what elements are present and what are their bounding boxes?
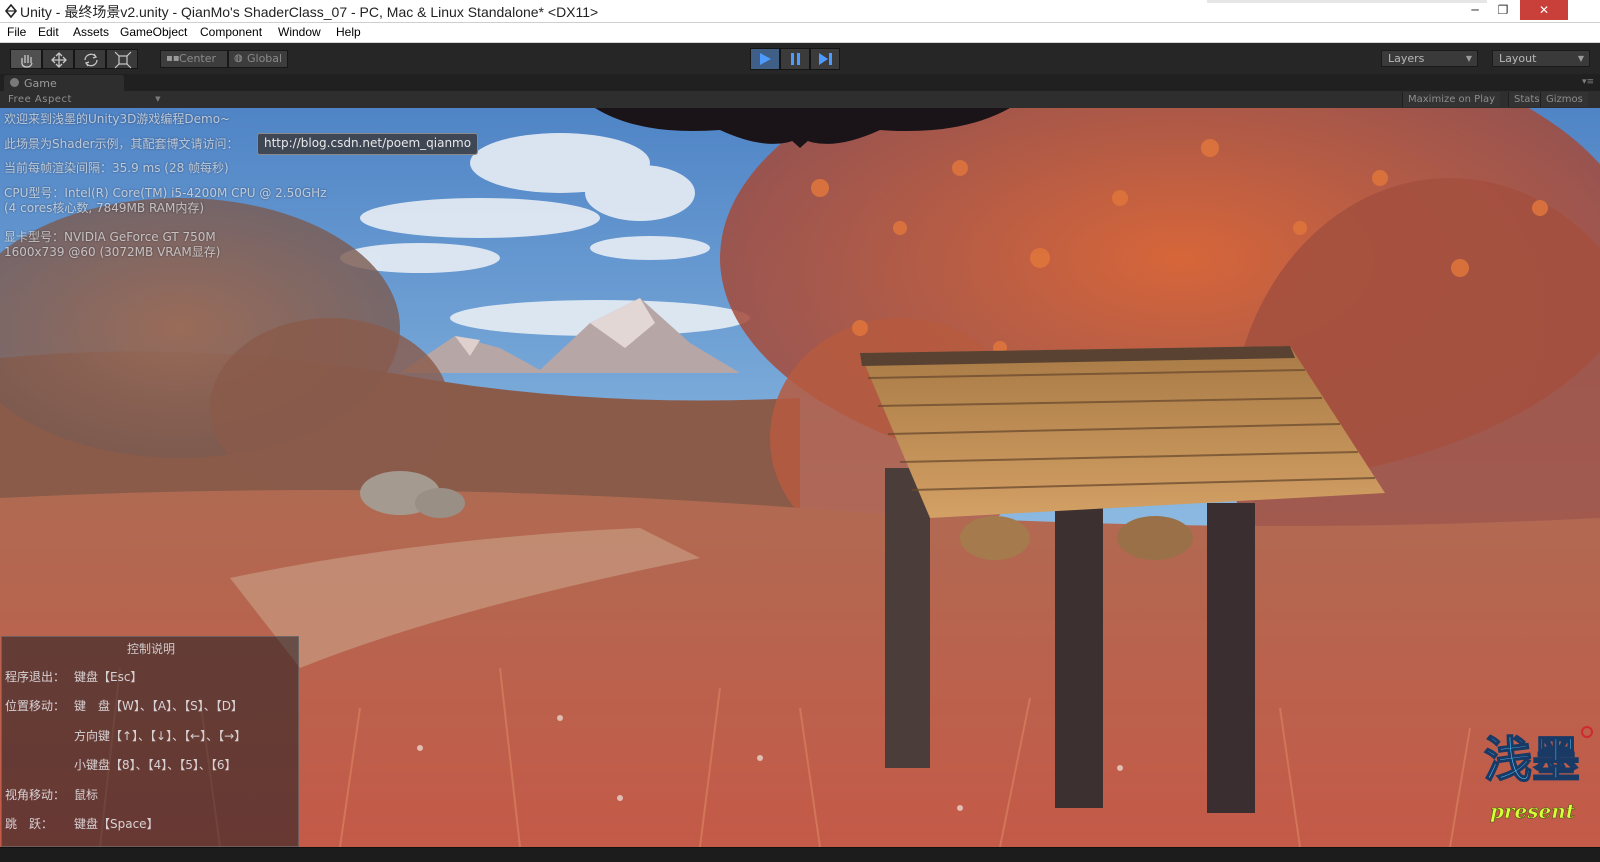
maximize-button[interactable]: ❐ <box>1490 0 1516 20</box>
unity-logo-icon <box>4 3 18 19</box>
hand-tool-button[interactable] <box>10 49 42 69</box>
aspect-label: Free Aspect <box>8 94 72 105</box>
menu-edit[interactable]: Edit <box>38 25 59 39</box>
move-label: 位置移动： <box>5 699 66 713</box>
globe-icon: ◍ <box>234 53 243 64</box>
close-button[interactable]: ✕ <box>1520 0 1568 20</box>
gizmos-dropdown[interactable]: Gizmos <box>1540 92 1588 107</box>
hand-icon <box>21 55 33 68</box>
blog-url-button[interactable]: http://blog.csdn.net/poem_qianmo <box>257 133 479 155</box>
status-bar <box>0 847 1600 862</box>
step-button[interactable] <box>810 48 840 70</box>
logo-tagline: present <box>1490 799 1576 823</box>
move-tool-button[interactable] <box>42 49 74 69</box>
view-value: 鼠标 <box>74 788 99 802</box>
pivot-center-label: Center <box>179 52 217 65</box>
controls-panel: 控制说明 程序退出： 键盘【Esc】 位置移动： 键 盘【W】、【A】、【S】、… <box>1 636 299 847</box>
title-bar: Unity - 最终场景v2.unity - QianMo's ShaderCl… <box>0 0 1600 23</box>
pause-icon <box>791 53 800 65</box>
menu-component[interactable]: Component <box>200 25 262 39</box>
jump-value: 键盘【Space】 <box>74 817 159 831</box>
game-viewport[interactable]: 欢迎来到浅墨的Unity3D游戏编程Demo~ 此场景为Shader示例，其配套… <box>0 108 1600 847</box>
menu-file[interactable]: File <box>7 25 26 39</box>
play-icon <box>760 53 771 65</box>
layout-dropdown[interactable]: Layout ▼ <box>1492 50 1590 67</box>
title-bar-shadow <box>1207 0 1487 3</box>
menu-gameobject[interactable]: GameObject <box>120 25 187 39</box>
layout-label: Layout <box>1499 52 1537 65</box>
exit-label: 程序退出： <box>5 670 66 684</box>
controls-title: 控制说明 <box>126 642 175 656</box>
pivot-global-toggle[interactable]: ◍ Global <box>228 50 288 68</box>
pivot-center-toggle[interactable]: ▪▪ Center <box>160 50 228 68</box>
exit-value: 键盘【Esc】 <box>74 670 143 684</box>
scale-tool-button[interactable] <box>106 49 138 69</box>
pause-button[interactable] <box>780 48 810 70</box>
move-numpad: 小键盘【8】、【4】、【5】、【6】 <box>74 758 237 772</box>
maximize-on-play-button[interactable]: Maximize on Play <box>1402 92 1501 107</box>
layers-dropdown[interactable]: Layers ▼ <box>1381 50 1478 67</box>
game-view-bar: Free Aspect ▼ Maximize on Play Stats Giz… <box>0 91 1600 109</box>
chevron-down-icon: ▼ <box>1465 54 1472 63</box>
play-button[interactable] <box>750 48 780 70</box>
menu-help[interactable]: Help <box>336 25 361 39</box>
rotate-tool-button[interactable] <box>74 49 106 69</box>
welcome-text: 欢迎来到浅墨的Unity3D游戏编程Demo~ <box>4 112 231 126</box>
pivot-icon: ▪▪ <box>166 53 180 64</box>
move-keys: 键 盘【W】、【A】、【S】、【D】 <box>74 699 243 713</box>
tab-game-label: Game <box>24 77 57 90</box>
chevron-down-icon: ▼ <box>1577 54 1584 63</box>
qianmo-logo: 浅墨 present <box>1480 718 1595 833</box>
window-title: Unity - 最终场景v2.unity - QianMo's ShaderCl… <box>20 4 599 20</box>
chevron-down-icon: ▼ <box>155 95 161 103</box>
tab-strip: Game ▾≡ <box>0 74 1600 91</box>
move-icon <box>51 52 67 68</box>
tab-game[interactable]: Game <box>4 75 124 91</box>
game-icon <box>10 78 19 87</box>
logo-chars: 浅墨 <box>1484 732 1580 788</box>
move-arrows: 方向键【↑】、【↓】、【←】、【→】 <box>74 729 247 743</box>
rotate-icon <box>84 53 98 67</box>
layers-label: Layers <box>1388 52 1425 65</box>
menu-bar: File Edit Assets GameObject Component Wi… <box>0 23 1600 43</box>
view-label: 视角移动： <box>5 788 66 802</box>
tab-menu-icon[interactable]: ▾≡ <box>1582 77 1594 87</box>
toolbar: ▪▪ Center ◍ Global Layers ▼ Layout ▼ <box>0 43 1600 74</box>
menu-window[interactable]: Window <box>278 25 321 39</box>
frame-time-text: 当前每帧渲染间隔：35.9 ms (28 帧每秒) <box>4 161 229 175</box>
scale-icon <box>114 51 132 69</box>
menu-assets[interactable]: Assets <box>73 25 109 39</box>
step-icon <box>819 53 832 65</box>
aspect-dropdown[interactable]: Free Aspect ▼ <box>8 92 163 107</box>
minimize-button[interactable]: ─ <box>1462 0 1488 20</box>
shader-note-text: 此场景为Shader示例，其配套博文请访问： <box>4 137 239 151</box>
pivot-global-label: Global <box>247 52 283 65</box>
gpu-res-text: 1600x739 @60 (3072MB VRAM显存) <box>4 245 221 259</box>
red-seal-icon <box>1581 726 1593 738</box>
jump-label: 跳 跃： <box>5 817 54 831</box>
cpu-cores-text: (4 cores核心数, 7849MB RAM内存) <box>4 201 205 215</box>
